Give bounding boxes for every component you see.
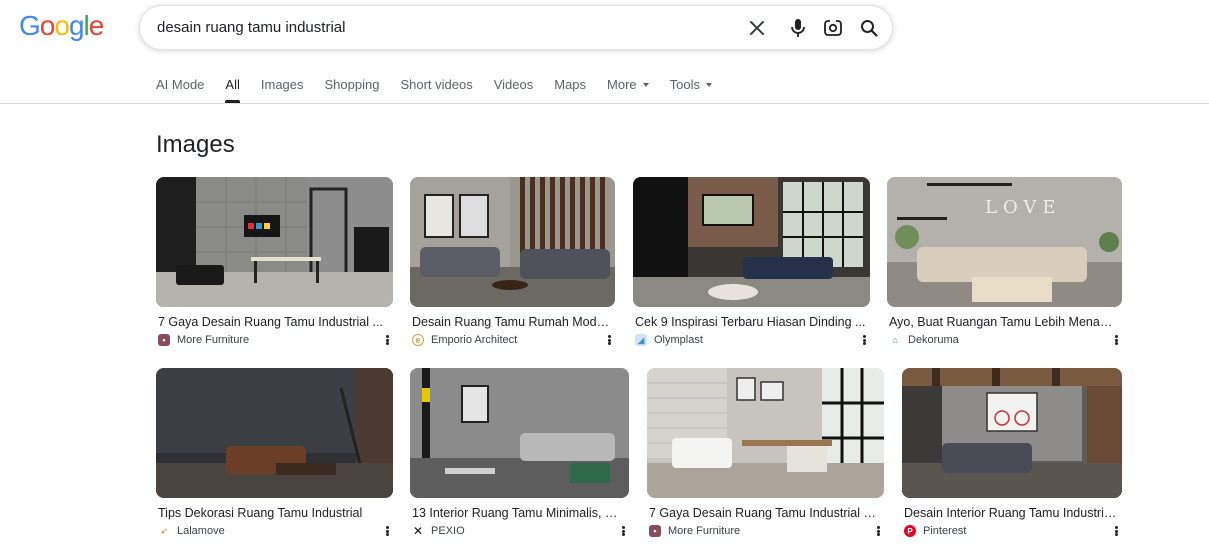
logo-letter: o xyxy=(54,10,70,41)
image-result[interactable]: Cek 9 Inspirasi Terbaru Hiasan Dinding .… xyxy=(633,177,870,348)
tab-label: Short videos xyxy=(400,77,473,92)
source-favicon-icon: ✕ xyxy=(412,524,424,538)
more-options-icon[interactable] xyxy=(860,333,868,347)
image-thumbnail[interactable] xyxy=(156,368,393,498)
tab-tools[interactable]: Tools xyxy=(669,77,713,103)
image-source[interactable]: ➶ Lalamove xyxy=(156,523,393,539)
image-result[interactable]: 7 Gaya Desain Ruang Tamu Industrial ... … xyxy=(156,177,393,348)
source-favicon-icon: ⌂ xyxy=(892,335,898,345)
image-result[interactable]: LOVE Ayo, Buat Ruangan Tamu Lebih Menaw.… xyxy=(887,177,1122,348)
source-name: Lalamove xyxy=(177,525,225,537)
image-title[interactable]: 7 Gaya Desain Ruang Tamu Industrial ... xyxy=(156,315,393,329)
source-favicon-icon: ▪ xyxy=(649,525,661,537)
image-source[interactable]: e Emporio Architect xyxy=(410,332,615,348)
image-result[interactable]: 13 Interior Ruang Tamu Minimalis, M... ✕… xyxy=(410,368,629,539)
image-title[interactable]: 13 Interior Ruang Tamu Minimalis, M... xyxy=(410,506,629,520)
image-title[interactable]: 7 Gaya Desain Ruang Tamu Industrial M... xyxy=(647,506,884,520)
svg-text:LOVE: LOVE xyxy=(985,197,1062,218)
tab-label: Videos xyxy=(493,77,534,92)
logo-letter: o xyxy=(39,10,56,41)
image-result[interactable]: Tips Dekorasi Ruang Tamu Industrial ➶ La… xyxy=(156,368,393,539)
header-divider xyxy=(0,103,1209,104)
image-title[interactable]: Desain Interior Ruang Tamu Industria... xyxy=(902,506,1122,520)
image-source[interactable]: ◢ Olymplast xyxy=(633,332,870,348)
tab-videos[interactable]: Videos xyxy=(494,77,534,103)
image-title[interactable]: Tips Dekorasi Ruang Tamu Industrial xyxy=(156,506,393,520)
image-title[interactable]: Ayo, Buat Ruangan Tamu Lebih Menaw... xyxy=(887,315,1122,329)
more-options-icon[interactable] xyxy=(605,333,613,347)
tab-label: Tools xyxy=(669,77,701,92)
microphone-icon[interactable] xyxy=(787,17,809,39)
tab-all[interactable]: All xyxy=(225,77,241,103)
tab-maps[interactable]: Maps xyxy=(554,77,586,103)
search-box[interactable]: desain ruang tamu industrial xyxy=(139,5,893,50)
image-title[interactable]: Desain Ruang Tamu Rumah Mode... xyxy=(410,315,615,329)
source-name: Pinterest xyxy=(923,525,967,537)
tab-label: More xyxy=(607,77,637,92)
image-thumbnail[interactable] xyxy=(156,177,393,307)
image-thumbnail[interactable] xyxy=(633,177,870,307)
tab-label: Images xyxy=(260,77,304,92)
image-source[interactable]: ✕ PEXIO xyxy=(410,523,629,539)
more-options-icon[interactable] xyxy=(383,333,391,347)
more-options-icon[interactable] xyxy=(874,524,882,538)
image-source[interactable]: P Pinterest xyxy=(902,523,1122,539)
more-options-icon[interactable] xyxy=(383,524,391,538)
google-logo[interactable]: Google xyxy=(19,10,105,42)
more-options-icon[interactable] xyxy=(619,524,627,538)
image-thumbnail[interactable]: LOVE xyxy=(887,177,1122,307)
camera-lens-icon[interactable] xyxy=(822,17,844,39)
image-result[interactable]: Desain Ruang Tamu Rumah Mode... e Empori… xyxy=(410,177,615,348)
source-name: More Furniture xyxy=(668,525,741,537)
tab-label: Maps xyxy=(554,77,587,92)
search-icon[interactable] xyxy=(858,17,880,39)
source-favicon-icon: ▪ xyxy=(158,334,170,346)
image-thumbnail[interactable] xyxy=(647,368,884,498)
logo-letter: g xyxy=(68,10,85,41)
image-thumbnail[interactable] xyxy=(410,368,629,498)
clear-icon[interactable] xyxy=(746,17,768,39)
source-name: More Furniture xyxy=(177,334,250,346)
tab-shopping[interactable]: Shopping xyxy=(325,77,380,103)
tab-images[interactable]: Images xyxy=(261,77,304,103)
tab-ai-mode[interactable]: AI Mode xyxy=(156,77,204,103)
source-name: Olymplast xyxy=(654,334,703,346)
image-thumbnail[interactable] xyxy=(902,368,1122,498)
tab-more[interactable]: More xyxy=(607,77,649,103)
source-name: PEXIO xyxy=(431,525,465,537)
section-title: Images xyxy=(156,131,235,158)
tab-short-videos[interactable]: Short videos xyxy=(400,77,472,103)
source-favicon-icon: ➶ xyxy=(160,525,168,536)
source-favicon-icon: ◢ xyxy=(635,334,647,346)
source-favicon-icon: P xyxy=(904,525,916,537)
tab-label: All xyxy=(225,77,240,92)
image-source[interactable]: ⌂ Dekoruma xyxy=(887,332,1122,348)
tab-label: Shopping xyxy=(324,77,380,92)
caret-down-icon xyxy=(642,83,649,87)
more-options-icon[interactable] xyxy=(1112,524,1120,538)
logo-letter: e xyxy=(88,10,105,41)
source-name: Dekoruma xyxy=(908,334,959,346)
image-result[interactable]: 7 Gaya Desain Ruang Tamu Industrial M...… xyxy=(647,368,884,539)
caret-down-icon xyxy=(706,83,713,87)
image-title[interactable]: Cek 9 Inspirasi Terbaru Hiasan Dinding .… xyxy=(633,315,870,329)
logo-letter: G xyxy=(19,10,41,41)
more-options-icon[interactable] xyxy=(1112,333,1120,347)
image-thumbnail[interactable] xyxy=(410,177,615,307)
image-source[interactable]: ▪ More Furniture xyxy=(647,523,884,539)
source-name: Emporio Architect xyxy=(431,334,518,346)
search-tabs: AI Mode All Images Shopping Short videos… xyxy=(156,77,733,103)
image-source[interactable]: ▪ More Furniture xyxy=(156,332,393,348)
image-result[interactable]: Desain Interior Ruang Tamu Industria... … xyxy=(902,368,1122,539)
source-favicon-icon: e xyxy=(412,334,424,346)
search-input[interactable]: desain ruang tamu industrial xyxy=(157,19,345,36)
tab-label: AI Mode xyxy=(156,77,205,92)
